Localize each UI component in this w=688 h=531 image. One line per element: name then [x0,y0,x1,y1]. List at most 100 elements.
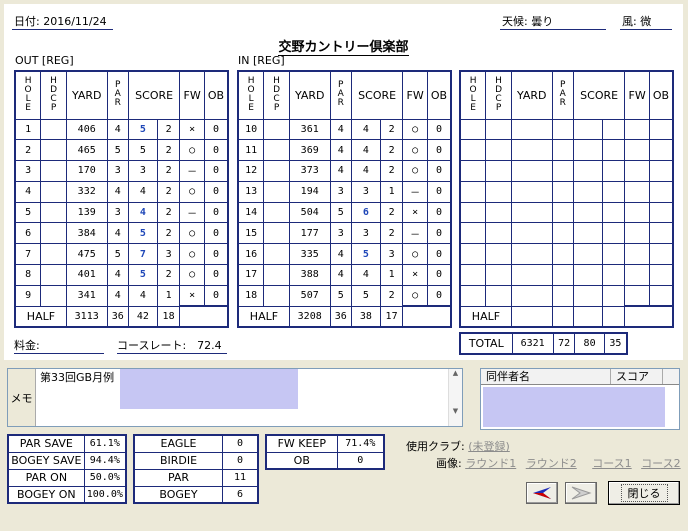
hole-fw[interactable]: ○ [402,284,428,307]
hole-fw[interactable] [624,180,650,203]
hole-fw[interactable]: ○ [402,139,428,162]
hole-putts[interactable] [601,180,626,203]
hole-score[interactable]: 4 [127,201,158,224]
hole-fw[interactable]: × [402,264,428,286]
next-button[interactable] [565,482,597,504]
close-button[interactable]: 閉じる [608,481,680,505]
hole-ob[interactable]: 0 [203,284,229,307]
hole-putts[interactable] [601,284,626,307]
hole-putts[interactable] [601,201,626,224]
hole-ob[interactable]: 0 [426,201,452,224]
hole-ob[interactable] [648,160,674,182]
hole-score[interactable]: 6 [350,201,381,224]
hole-score[interactable]: 5 [127,118,158,141]
hole-score[interactable] [572,264,603,286]
prev-button[interactable] [526,482,558,504]
companions-list[interactable]: 同伴者名 スコア [480,368,680,430]
hole-ob[interactable] [648,118,674,141]
hole-score[interactable] [572,201,603,224]
hole-score[interactable]: 4 [350,118,381,141]
hole-ob[interactable] [648,201,674,224]
course1-link[interactable]: コース1 [592,457,631,470]
hole-ob[interactable] [648,264,674,286]
hole-ob[interactable] [648,139,674,162]
hole-fw[interactable]: ○ [402,160,428,182]
hole-score[interactable]: 5 [127,139,158,162]
hole-putts[interactable]: 2 [156,180,181,203]
companion-score-header[interactable]: スコア [611,369,663,384]
course2-link[interactable]: コース2 [641,457,680,470]
hole-fw[interactable] [624,139,650,162]
memo-box[interactable]: メモ 第33回GB月例 ▲ ▼ [7,368,463,427]
hole-fw[interactable]: × [179,118,205,141]
hole-score[interactable]: 3 [127,160,158,182]
hole-putts[interactable] [601,118,626,141]
hole-score[interactable]: 3 [350,180,381,203]
hole-putts[interactable]: 1 [156,284,181,307]
hole-score[interactable] [572,284,603,307]
companion-name-header[interactable]: 同伴者名 [481,369,611,384]
hole-ob[interactable]: 0 [426,264,452,286]
hole-score[interactable] [572,139,603,162]
hole-ob[interactable]: 0 [203,222,229,245]
hole-score[interactable]: 5 [350,243,381,266]
hole-fw[interactable] [624,222,650,245]
hole-putts[interactable] [601,160,626,182]
hole-ob[interactable]: 0 [426,284,452,307]
hole-fw[interactable]: ○ [179,264,205,286]
hole-fw[interactable]: ○ [179,180,205,203]
hole-putts[interactable]: 2 [379,284,404,307]
hole-putts[interactable] [601,264,626,286]
hole-putts[interactable] [601,139,626,162]
hole-fw[interactable] [624,118,650,141]
hole-score[interactable] [572,118,603,141]
clubs-link[interactable]: (未登録) [468,440,510,453]
scroll-up-icon[interactable]: ▲ [449,369,462,377]
hole-fw[interactable]: － [402,180,428,203]
hole-score[interactable]: 7 [127,243,158,266]
hole-ob[interactable] [648,180,674,203]
hole-ob[interactable]: 0 [426,222,452,245]
hole-putts[interactable]: 2 [156,222,181,245]
hole-putts[interactable]: 2 [156,118,181,141]
hole-fw[interactable] [624,201,650,224]
hole-putts[interactable]: 2 [156,264,181,286]
memo-scrollbar[interactable]: ▲ ▼ [448,369,462,426]
hole-putts[interactable]: 3 [156,243,181,266]
hole-fw[interactable]: ○ [402,243,428,266]
hole-ob[interactable]: 0 [203,180,229,203]
hole-ob[interactable]: 0 [203,243,229,266]
hole-fw[interactable]: － [179,201,205,224]
hole-ob[interactable]: 0 [426,243,452,266]
hole-score[interactable]: 4 [350,264,381,286]
hole-fw[interactable]: ○ [179,222,205,245]
hole-fw[interactable]: × [402,201,428,224]
hole-fw[interactable]: × [179,284,205,307]
hole-ob[interactable]: 0 [426,139,452,162]
hole-fw[interactable]: － [179,160,205,182]
hole-score[interactable]: 3 [350,222,381,245]
hole-score[interactable]: 5 [127,222,158,245]
hole-ob[interactable] [648,284,674,307]
hole-fw[interactable] [624,160,650,182]
hole-score[interactable]: 5 [127,264,158,286]
scroll-down-icon[interactable]: ▼ [449,407,462,415]
hole-ob[interactable]: 0 [203,160,229,182]
hole-putts[interactable]: 1 [379,180,404,203]
hole-ob[interactable]: 0 [203,264,229,286]
hole-ob[interactable]: 0 [203,118,229,141]
hole-ob[interactable]: 0 [426,160,452,182]
hole-ob[interactable]: 0 [426,118,452,141]
hole-score[interactable]: 4 [350,160,381,182]
hole-ob[interactable]: 0 [203,139,229,162]
hole-putts[interactable]: 2 [379,139,404,162]
hole-fw[interactable] [624,243,650,266]
hole-putts[interactable]: 2 [156,139,181,162]
round1-link[interactable]: ラウンド1 [465,457,516,470]
hole-putts[interactable] [601,243,626,266]
hole-putts[interactable]: 2 [379,222,404,245]
hole-ob[interactable]: 0 [203,201,229,224]
hole-score[interactable]: 4 [350,139,381,162]
hole-fw[interactable] [624,284,650,307]
hole-fw[interactable]: ○ [179,139,205,162]
